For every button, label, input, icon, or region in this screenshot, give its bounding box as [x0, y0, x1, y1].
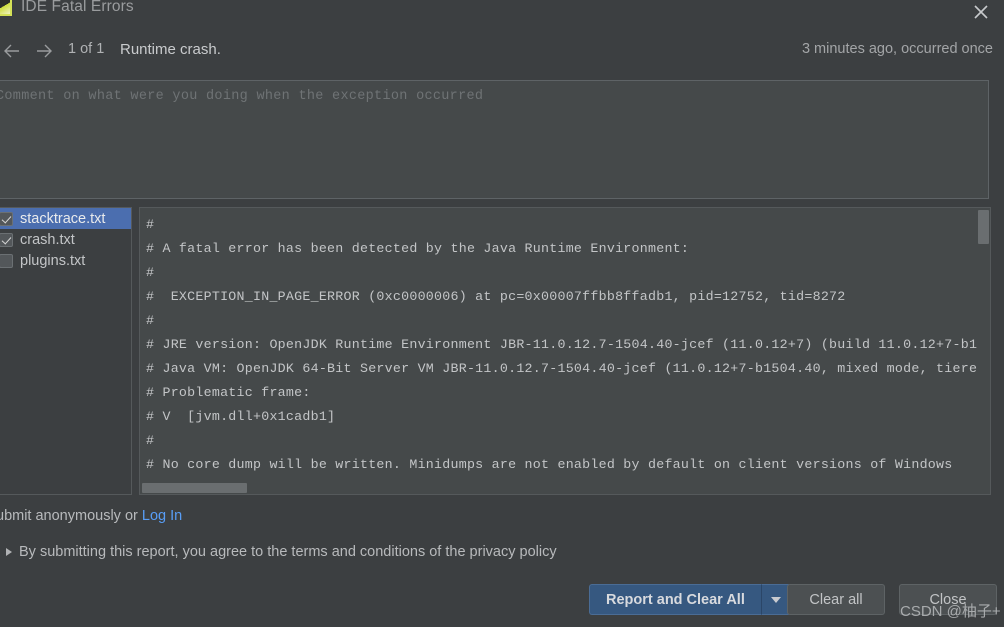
- crash-title: Runtime crash.: [120, 41, 221, 58]
- chevron-down-icon: [771, 597, 781, 603]
- arrow-left-icon[interactable]: [0, 39, 24, 63]
- attachment-checkbox[interactable]: [0, 233, 13, 247]
- submit-anonymously-line: ubmit anonymously or Log In: [0, 508, 182, 524]
- dialog-titlebar: IDE Fatal Errors: [0, 0, 1004, 27]
- attachment-checkbox[interactable]: [0, 254, 13, 268]
- dialog-title: IDE Fatal Errors: [21, 0, 134, 16]
- attachment-name: stacktrace.txt: [20, 211, 105, 227]
- log-in-link[interactable]: Log In: [142, 508, 182, 524]
- attachment-name: crash.txt: [20, 232, 75, 248]
- list-item[interactable]: plugins.txt: [0, 250, 131, 271]
- log-horizontal-scrollbar[interactable]: [140, 482, 979, 494]
- log-horizontal-scrollbar-thumb[interactable]: [142, 483, 247, 493]
- error-counter: 1 of 1: [68, 41, 104, 57]
- close-icon[interactable]: [968, 0, 994, 25]
- occurrence-info: 3 minutes ago, occurred once: [802, 41, 993, 57]
- log-vertical-scrollbar[interactable]: [977, 208, 990, 494]
- stacktrace-text: # # A fatal error has been detected by t…: [146, 213, 991, 495]
- list-item[interactable]: stacktrace.txt: [0, 208, 131, 229]
- clear-all-button[interactable]: Clear all: [787, 584, 885, 615]
- list-item[interactable]: crash.txt: [0, 229, 131, 250]
- submit-anonymously-text: ubmit anonymously or: [0, 508, 142, 524]
- report-and-clear-all-label: Report and Clear All: [589, 584, 761, 615]
- error-navigation-row: 1 of 1 Runtime crash. 3 minutes ago, occ…: [0, 34, 1004, 68]
- stacktrace-viewer[interactable]: # # A fatal error has been detected by t…: [139, 207, 991, 495]
- privacy-policy-row[interactable]: By submitting this report, you agree to …: [6, 544, 557, 560]
- attachment-name: plugins.txt: [20, 253, 85, 269]
- attachment-list[interactable]: stacktrace.txt crash.txt plugins.txt: [0, 207, 132, 495]
- intellij-idea-icon: [0, 0, 12, 16]
- comment-placeholder: Comment on what were you doing when the …: [0, 89, 483, 104]
- ide-fatal-errors-dialog: IDE Fatal Errors 1 of 1 Runtime crash. 3…: [0, 0, 1004, 627]
- expand-triangle-icon[interactable]: [6, 548, 12, 556]
- close-button[interactable]: Close: [899, 584, 997, 615]
- comment-input[interactable]: Comment on what were you doing when the …: [0, 80, 989, 199]
- arrow-right-icon[interactable]: [32, 39, 56, 63]
- privacy-policy-text: By submitting this report, you agree to …: [19, 544, 557, 560]
- log-vertical-scrollbar-thumb[interactable]: [978, 210, 989, 244]
- attachment-checkbox[interactable]: [0, 212, 13, 226]
- report-and-clear-all-button[interactable]: Report and Clear All: [589, 584, 791, 615]
